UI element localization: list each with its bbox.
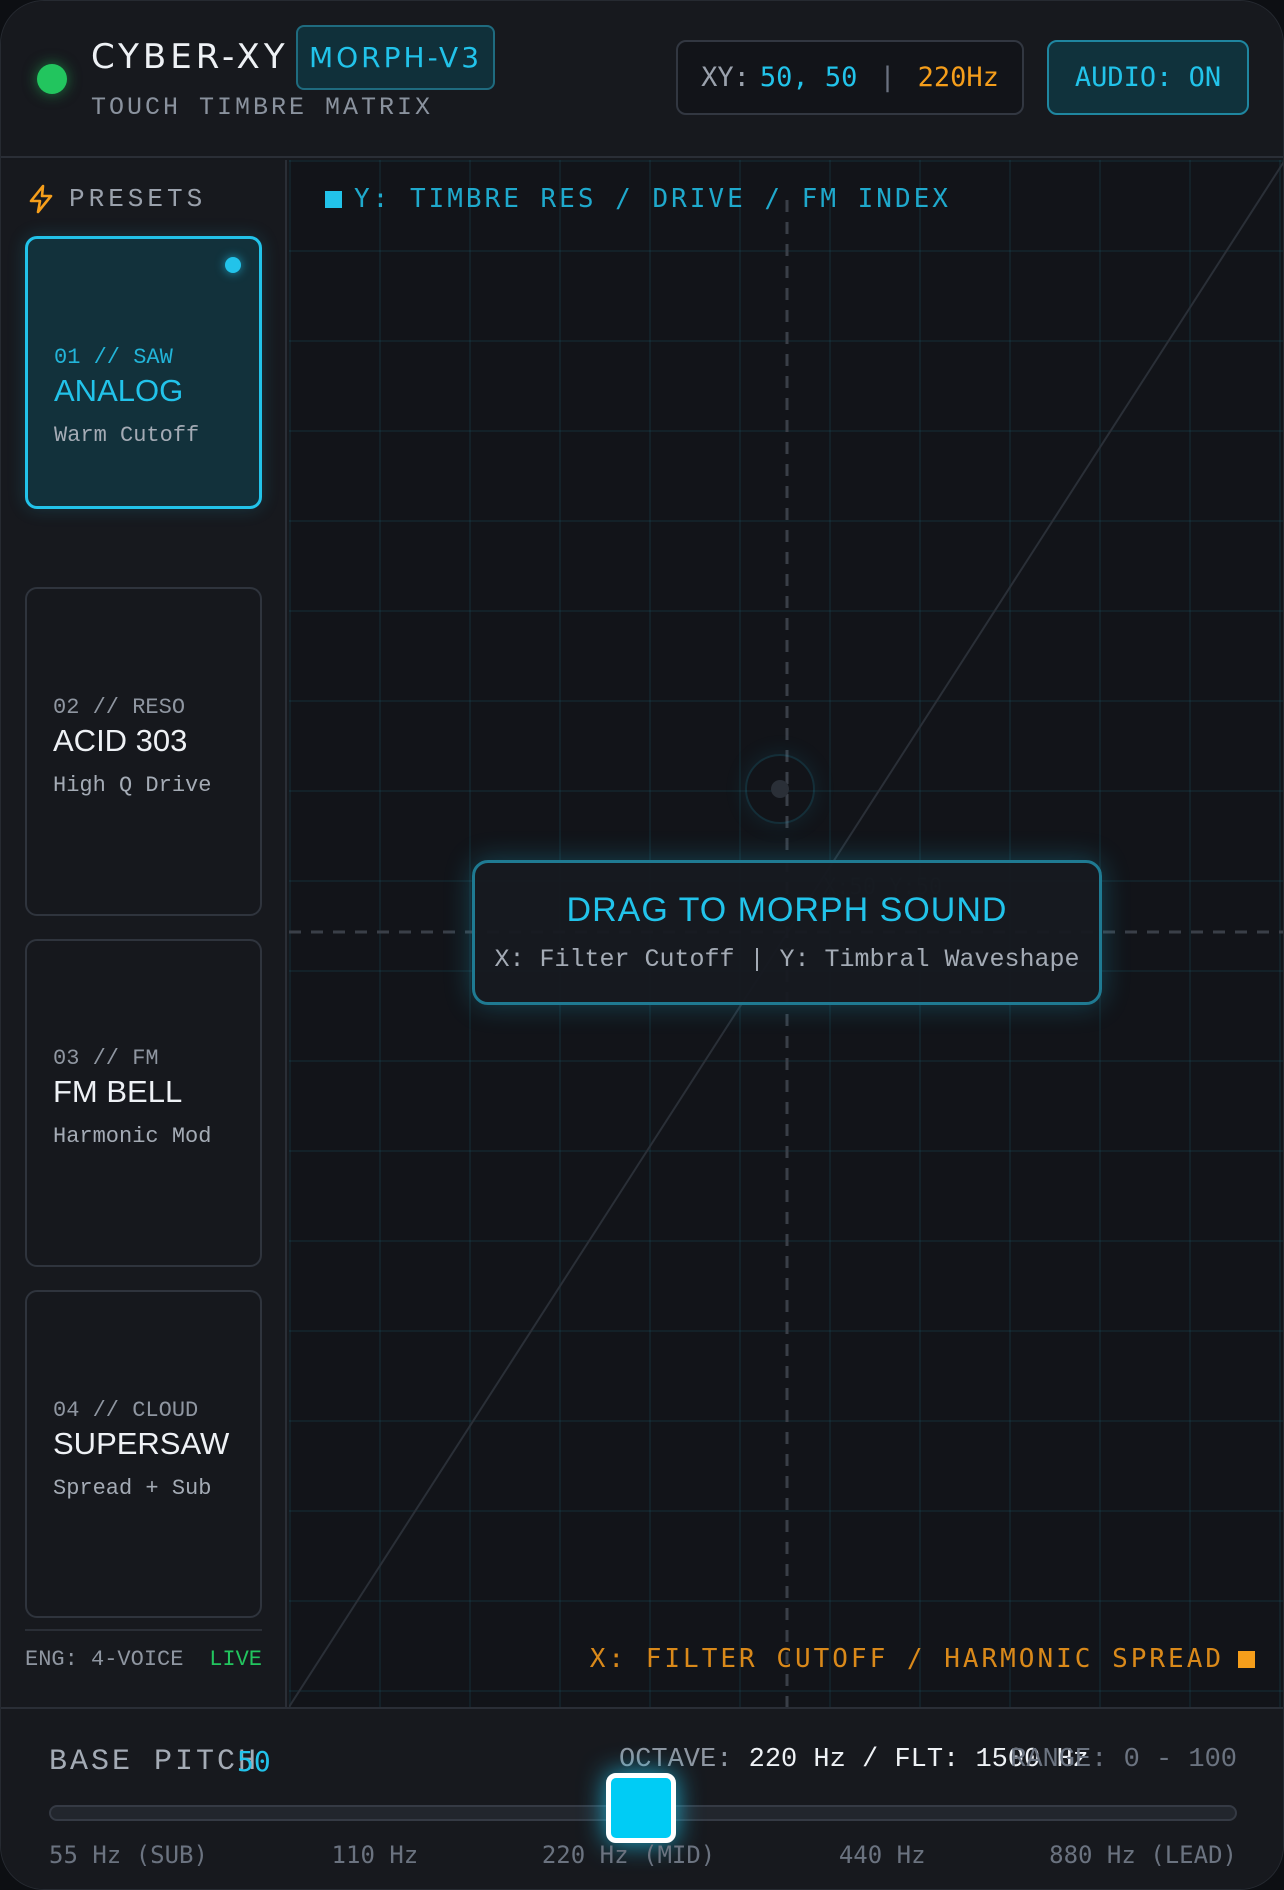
preset-desc: Warm Cutoff <box>54 423 200 448</box>
readout-xy-value: 50, 50 <box>759 62 858 93</box>
preset-name: SUPERSAW <box>53 1426 230 1461</box>
octave-key: OCTAVE: <box>619 1745 733 1775</box>
x-axis-text: X: FILTER CUTOFF / HARMONIC SPREAD <box>589 1644 1224 1674</box>
app-title: CYBER-XY <box>91 37 289 77</box>
flt-key: FLT: <box>894 1745 960 1775</box>
preset-card-acid-303[interactable]: 02 // RESO ACID 303 High Q Drive <box>25 587 262 916</box>
engine-status: ENG: 4-VOICE LIVE <box>25 1629 262 1672</box>
base-pitch-label: BASE PITCH <box>49 1745 260 1779</box>
xy-pad[interactable]: Y: TIMBRE RES / DRIVE / FM INDEX X:50 Y:… <box>289 160 1283 1707</box>
preset-code: 01 // SAW <box>54 345 173 370</box>
preset-code: 04 // CLOUD <box>53 1398 199 1423</box>
preset-name: FM BELL <box>53 1074 183 1109</box>
engine-label: ENG: 4-VOICE <box>25 1647 184 1672</box>
x-axis-label: X: FILTER CUTOFF / HARMONIC SPREAD <box>590 1644 1255 1674</box>
preset-card-analog[interactable]: 01 // SAW ANALOG Warm Cutoff <box>25 236 262 509</box>
pitch-footer: BASE PITCH 50 OCTAVE: 220 Hz / FLT: 1500… <box>1 1707 1283 1889</box>
preset-desc: High Q Drive <box>53 773 212 798</box>
pad-cursor-core <box>771 780 789 798</box>
preset-name: ACID 303 <box>53 723 188 758</box>
readout-label: XY: <box>701 62 750 93</box>
lightning-icon <box>29 184 53 214</box>
readout-separator: | <box>879 62 896 93</box>
preset-desc: Harmonic Mod <box>53 1124 212 1149</box>
tick-label: 440 Hz <box>838 1841 926 1869</box>
audio-toggle-button[interactable]: AUDIO: ON <box>1047 40 1249 115</box>
preset-code: 02 // RESO <box>53 695 186 720</box>
pad-guides <box>289 161 1283 1707</box>
range-label: RANGE: 0 - 100 <box>1010 1745 1237 1775</box>
preset-code: 03 // FM <box>53 1046 159 1071</box>
preset-desc: Spread + Sub <box>53 1476 212 1501</box>
x-axis-swatch <box>1238 1650 1255 1668</box>
pitch-ticks: 55 Hz (SUB) 110 Hz 220 Hz (MID) 440 Hz 8… <box>49 1841 1237 1869</box>
model-badge: MORPH-V3 <box>296 25 495 90</box>
header: CYBER-XY MORPH-V3 TOUCH TIMBRE MATRIX XY… <box>1 1 1283 158</box>
live-badge: LIVE <box>209 1647 262 1672</box>
y-axis-text: Y: TIMBRE RES / DRIVE / FM INDEX <box>354 184 951 214</box>
octave-value: 220 Hz <box>748 1745 846 1775</box>
y-axis-label: Y: TIMBRE RES / DRIVE / FM INDEX <box>325 184 951 214</box>
cursor-coordinates: X:50 Y:50 <box>823 875 943 900</box>
base-pitch-value: 50 <box>237 1745 271 1778</box>
preset-card-supersaw[interactable]: 04 // CLOUD SUPERSAW Spread + Sub <box>25 1290 262 1618</box>
pitch-slider-thumb[interactable] <box>606 1773 676 1843</box>
tick-label: 880 Hz (LEAD) <box>1049 1841 1237 1869</box>
presets-heading: PRESETS <box>27 184 206 214</box>
status-dot-icon <box>37 64 67 94</box>
tick-label: 110 Hz <box>331 1841 419 1869</box>
app-window: CYBER-XY MORPH-V3 TOUCH TIMBRE MATRIX XY… <box>0 0 1284 1890</box>
active-indicator-icon <box>225 257 241 273</box>
presets-heading-label: PRESETS <box>69 184 207 214</box>
presets-sidebar: PRESETS 01 // SAW ANALOG Warm Cutoff 02 … <box>1 160 287 1707</box>
preset-card-fm-bell[interactable]: 03 // FM FM BELL Harmonic Mod <box>25 939 262 1267</box>
readout-frequency: 220Hz <box>917 62 999 93</box>
preset-name: ANALOG <box>54 373 184 408</box>
app-subtitle: TOUCH TIMBRE MATRIX <box>91 93 434 122</box>
y-axis-swatch <box>325 190 342 208</box>
tick-label: 55 Hz (SUB) <box>49 1841 208 1869</box>
tick-label: 220 Hz (MID) <box>541 1841 716 1869</box>
xy-readout: XY: 50, 50 | 220Hz <box>676 40 1024 115</box>
